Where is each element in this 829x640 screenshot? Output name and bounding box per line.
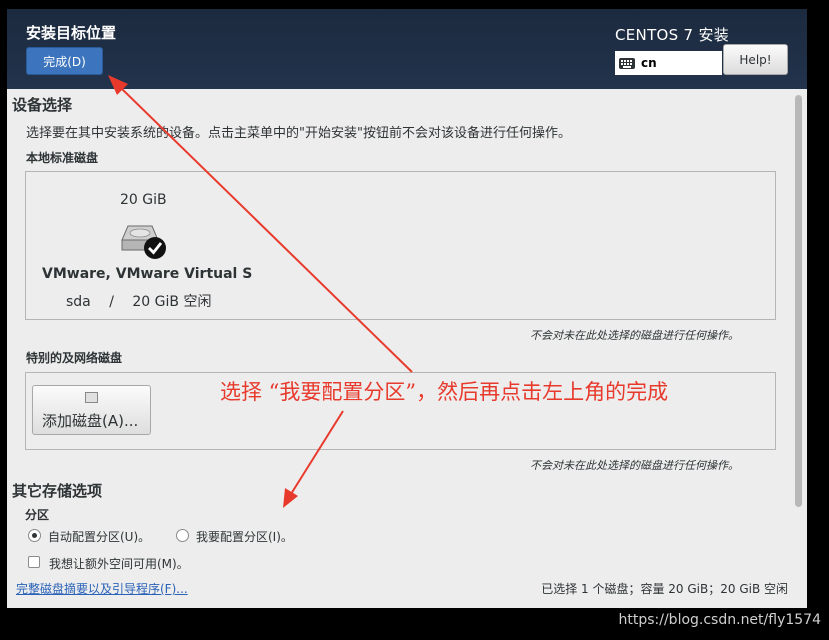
add-disk-label: 添加磁盘(A)...	[42, 412, 139, 430]
add-disk-icon	[85, 392, 98, 403]
disk-size: 20 GiB	[120, 192, 167, 208]
local-disks-label: 本地标准磁盘	[26, 151, 99, 165]
special-disks-label: 特别的及网络磁盘	[26, 351, 123, 365]
full-disk-summary-link[interactable]: 完整磁盘摘要以及引导程序(F)...	[16, 580, 188, 597]
partitioning-label: 分区	[25, 508, 50, 522]
keyboard-icon	[619, 57, 635, 69]
done-button[interactable]: 完成(D)	[26, 47, 103, 75]
watermark: https://blog.csdn.net/fly1574	[618, 612, 822, 628]
keyboard-layout-indicator[interactable]: cn	[615, 51, 722, 75]
page-title: 安装目标位置	[26, 24, 117, 42]
manual-partition-label[interactable]: 我要配置分区(I)。	[196, 528, 293, 545]
disk-info-separator: /	[109, 294, 114, 310]
help-button[interactable]: Help!	[723, 44, 788, 75]
scrollbar-thumb[interactable]	[795, 95, 802, 507]
device-selection-description: 选择要在其中安装系统的设备。点击主菜单中的"开始安装"按钮前不会对该设备进行任何…	[26, 126, 571, 141]
extra-space-label[interactable]: 我想让额外空间可用(M)。	[49, 555, 189, 572]
local-disks-panel: 20 GiB VMware, VMware Virtual S sda / 20…	[25, 171, 776, 320]
disk-free-space: 20 GiB 空闲	[132, 294, 212, 310]
content-scrollbar[interactable]	[793, 95, 805, 573]
other-storage-heading: 其它存储选项	[12, 482, 103, 500]
local-disks-note: 不会对未在此处选择的磁盘进行任何操作。	[530, 329, 739, 342]
main-content: 设备选择 选择要在其中安装系统的设备。点击主菜单中的"开始安装"按钮前不会对该设…	[7, 89, 792, 579]
disk-tile[interactable]: 20 GiB VMware, VMware Virtual S sda / 20…	[30, 176, 255, 314]
special-disks-note: 不会对未在此处选择的磁盘进行任何操作。	[530, 459, 739, 472]
add-disk-button[interactable]: 添加磁盘(A)...	[32, 385, 151, 435]
annotation-text: 选择 “我要配置分区”，然后再点击左上角的完成	[220, 380, 669, 404]
installer-window: 安装目标位置 完成(D) CENTOS 7 安装 cn Help! 设备选择 选…	[7, 9, 807, 608]
product-title: CENTOS 7 安装	[615, 26, 730, 44]
disk-device-name: sda	[66, 294, 91, 310]
disk-name: VMware, VMware Virtual S	[42, 266, 253, 282]
disk-device-info: sda / 20 GiB 空闲	[66, 291, 211, 311]
hard-disk-selected-icon	[121, 225, 166, 259]
selection-summary: 已选择 1 个磁盘；容量 20 GiB；20 GiB 空闲	[541, 582, 788, 596]
auto-partition-label[interactable]: 自动配置分区(U)。	[48, 528, 150, 545]
keyboard-layout-label: cn	[641, 56, 657, 70]
footer-bar: 完整磁盘摘要以及引导程序(F)... 已选择 1 个磁盘；容量 20 GiB；2…	[7, 572, 807, 608]
auto-partition-radio[interactable]	[28, 529, 41, 542]
extra-space-checkbox[interactable]	[28, 556, 40, 568]
device-selection-heading: 设备选择	[12, 96, 73, 114]
manual-partition-radio[interactable]	[176, 529, 189, 542]
header-bar: 安装目标位置 完成(D) CENTOS 7 安装 cn Help!	[7, 9, 807, 89]
